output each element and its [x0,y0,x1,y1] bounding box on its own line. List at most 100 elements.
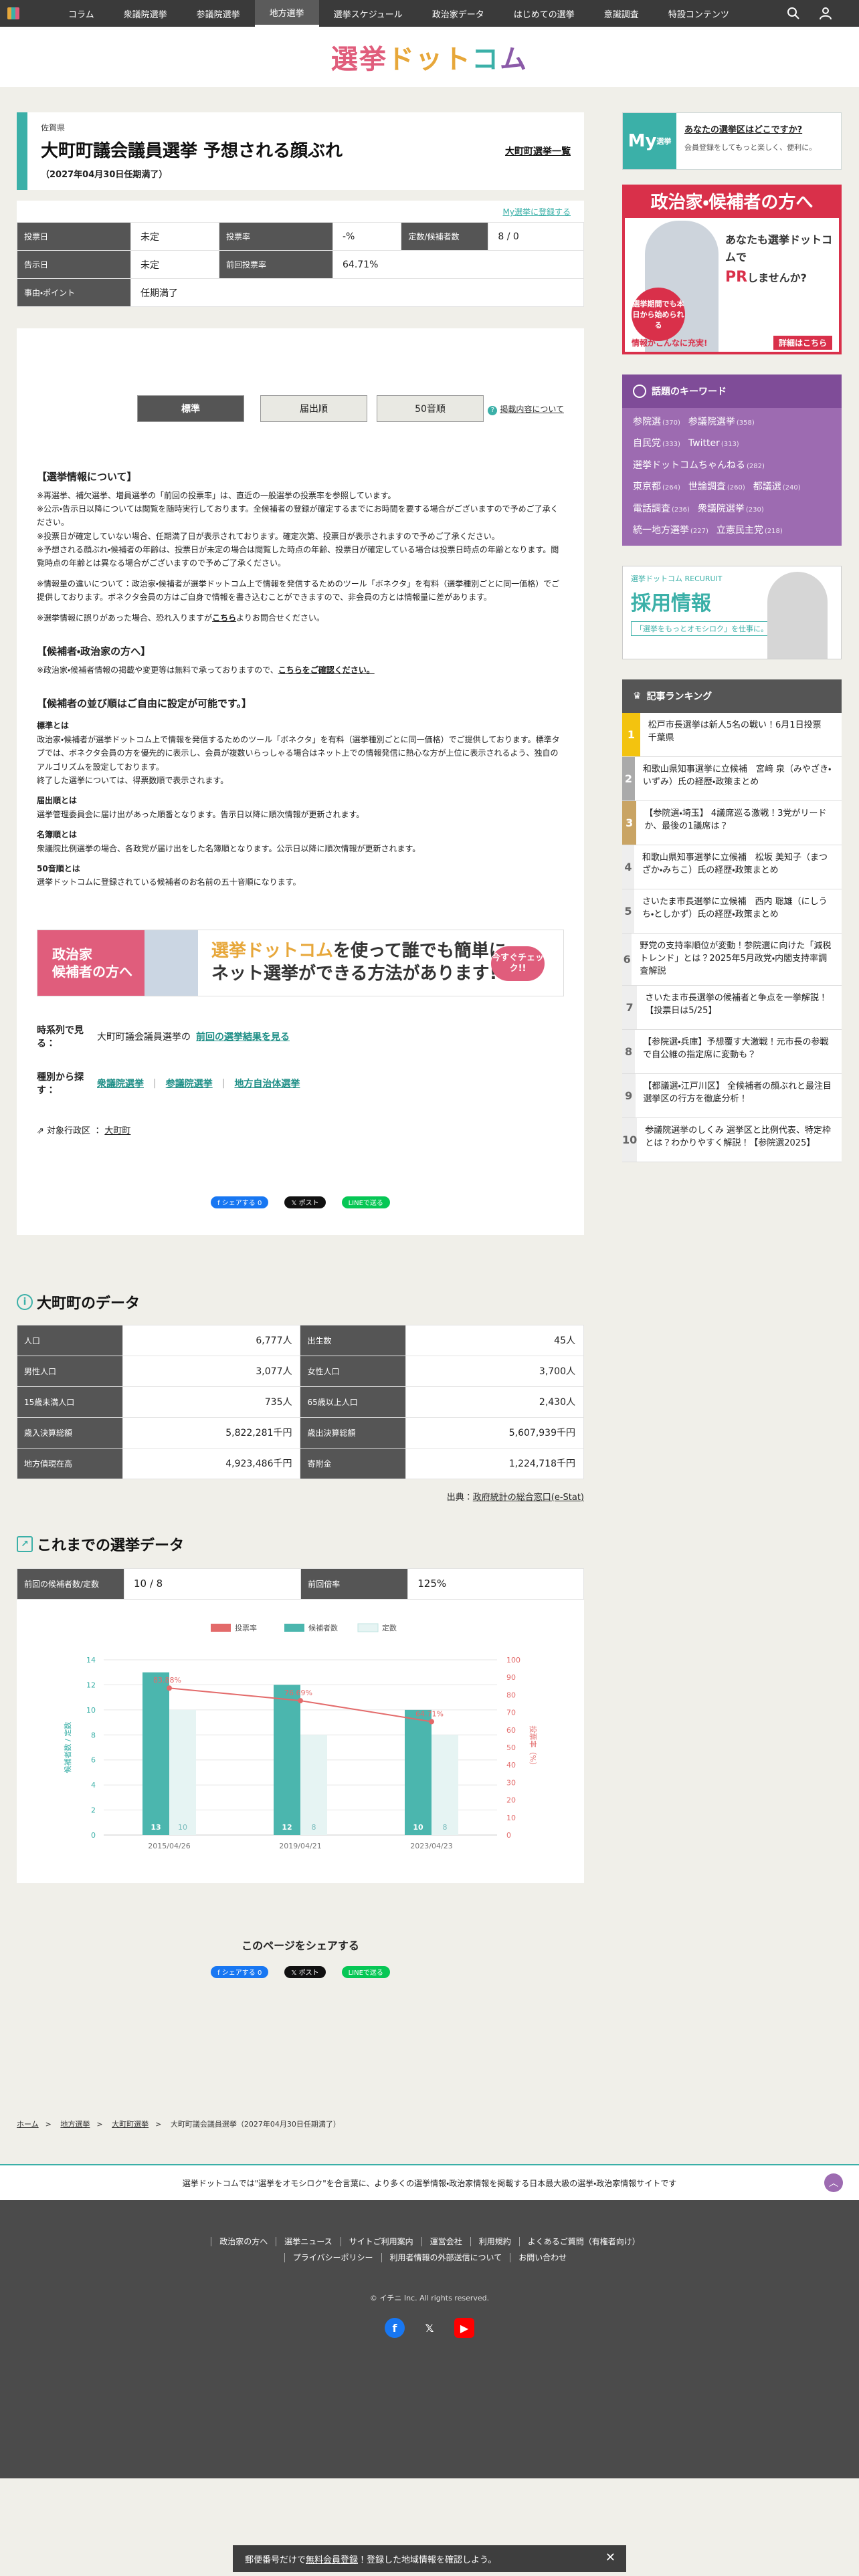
facebook-share-button[interactable]: f シェアする 0 [211,1196,269,1208]
keyword-link[interactable]: 電話調査 (236) [633,504,690,514]
nav-item[interactable]: 衆議院選挙 [109,0,182,27]
my-election-register-link[interactable]: My選挙に登録する [17,206,584,222]
ranking-item[interactable]: 7 さいたま市長選挙の候補者と争点を一挙解説！【投票日は5/25】 [622,985,842,1030]
banner-check-button[interactable]: 今すぐチェック!! [491,946,545,981]
close-icon[interactable]: ✕ [605,2551,615,2565]
keyword-link[interactable]: 東京都 (264) [633,481,680,492]
ranking-number: 8 [622,1029,636,1073]
keyword-link[interactable]: 参議院選挙 (358) [688,417,755,427]
ad-copy-part: で [736,250,747,263]
x-icon[interactable]: 𝕏 [419,2318,440,2338]
info-text: ※予想される顔ぶれ・候補者の年齢は、投票日が未定の場合は閲覧した時点の年齢、投票… [37,545,559,568]
keyword-link[interactable]: 参院選 (370) [633,417,680,427]
footer-link[interactable]: よくあるご質問（有権者向け） [518,2237,648,2246]
info-subheading: 50音順とは [37,863,80,873]
timeline-prefix: 大町町議会議員選挙の [97,1031,191,1043]
breadcrumb-home[interactable]: ホーム [17,2120,39,2129]
nav-item[interactable]: 意識調査 [589,0,654,27]
keyword-link[interactable]: 選挙ドットコムちゃんねる (282) [633,460,765,471]
nav-item[interactable]: 選挙スケジュール [319,0,417,27]
estat-link[interactable]: 政府統計の総合窓口(e-Stat) [473,1493,584,1503]
footer-link[interactable]: 選挙ニュース [276,2237,341,2246]
x-post-button[interactable]: 𝕏 ポスト [284,1196,326,1208]
keyword-link[interactable]: 自民党 (333) [633,438,680,449]
user-icon[interactable] [819,7,832,20]
info-icon: i [17,1293,33,1310]
keyword-header: 話題のキーワード [622,374,842,408]
ranking-number: 6 [622,934,632,985]
breadcrumb-town[interactable]: 大町町選挙 [112,2120,149,2129]
footer-link[interactable]: プライバシーポリシー [284,2253,381,2262]
my-election-question[interactable]: あなたの選挙区はどこですか? [684,122,816,135]
ranking-item[interactable]: 10 参議院選挙のしくみ 選挙区と比例代表、特定枠とは？わかりやすく解説！【参院選… [622,1117,842,1162]
ranking-item[interactable]: 2 和歌山県知事選挙に立候補 宮﨑 泉（みやざき・いずみ）氏の経歴・政策まとめ [622,757,842,802]
keyword-link[interactable]: 統一地方選挙 (227) [633,525,708,536]
nav-item[interactable]: はじめての選挙 [499,0,589,27]
keyword-link[interactable]: 立憲民主党 (218) [717,525,783,536]
facebook-share-button[interactable]: f シェアする 0 [211,1965,269,1978]
keyword-list: 参院選 (370) 参議院選挙 (358) 自民党 (333) Twitter (313) 選挙… [622,408,842,538]
my-election-box[interactable]: My 選挙 あなたの選挙区はどこですか? 会員登録をしてもっと楽しく、便利に。 [622,112,842,170]
keyword-link[interactable]: 世論調査 (260) [688,481,745,492]
candidate-info-link[interactable]: こちらをご確認ください。 [278,665,375,675]
ranking-item[interactable]: 1 松戸市長選挙は新人5名の戦い！6月1日投票 千葉県 [622,713,842,758]
keyword-link[interactable]: 都議選 (240) [753,481,801,492]
footer-link[interactable]: 利用規約 [470,2237,519,2246]
footer-link[interactable]: 政治家の方へ [211,2237,276,2246]
pr-ad-banner[interactable]: 政治家・候補者の方へ あなたも選挙ドットコムで PRしませんか? 選挙期間でも本… [622,185,842,354]
ranking-item[interactable]: 8 【参院選・兵庫】予想覆す大激戦！元市長の参戦で自公維の指定席に変動も？ [622,1029,842,1074]
politician-banner[interactable]: 政治家 候補者の方へ 選挙ドットコムを使って誰でも簡単に ネット選挙ができる方法… [37,929,564,996]
search-icon[interactable] [787,7,800,20]
signup-link[interactable]: 無料会員登録 [306,2553,358,2565]
tab-kana-order[interactable]: 50音順 [377,395,484,422]
keyword-link[interactable]: 衆議院選挙 (230) [698,504,764,514]
home-logo-icon[interactable] [0,0,27,27]
keyword-link[interactable]: Twitter (313) [688,438,739,449]
ranking-list: 1 松戸市長選挙は新人5名の戦い！6月1日投票 千葉県 2 和歌山県知事選挙に立候補 … [622,713,842,1162]
ranking-item[interactable]: 4 和歌山県知事選挙に立候補 松坂 美知子（まつざか・みちこ）氏の経歴・政策まとめ [622,845,842,890]
footer-link[interactable]: 運営会社 [421,2237,470,2246]
facebook-icon[interactable]: f [385,2318,405,2338]
right-tick-label: 60 [506,1726,516,1735]
line-share-button[interactable]: LINEで送る [341,1196,390,1208]
nav-item[interactable]: 政治家データ [417,0,499,27]
nav-item[interactable]: 参議院選挙 [182,0,255,27]
ad-detail-button[interactable]: 詳細はこちら [773,335,832,350]
left-tick-label: 8 [91,1731,96,1739]
nav-item[interactable]: 特設コンテンツ [654,0,744,27]
right-tick-label: 40 [506,1761,516,1769]
previous-result-link[interactable]: 前回の選挙結果を見る [196,1030,290,1043]
banner-text: 政治家 [52,946,92,962]
ranking-item[interactable]: 5 さいたま市長選挙に立候補 西内 聡雄（にしうち・としかず）氏の経歴・政策まとめ [622,889,842,934]
info-text: ※選挙情報に誤りがあった場合、恐れ入りますがこちらよりお問合せください。 [37,611,564,625]
town-data-label: 人口 [17,1324,123,1356]
area-link[interactable]: 大町町 [104,1126,130,1136]
nav-item[interactable]: コラム [54,0,109,27]
type-link-upper-house[interactable]: 参議院選挙 [166,1077,213,1090]
youtube-icon[interactable]: ▶ [454,2318,474,2338]
tab-about-link[interactable]: 掲載内容について [488,403,564,415]
type-link-lower-house[interactable]: 衆議院選挙 [97,1077,144,1090]
footer-link[interactable]: 利用者情報の外部送信について [381,2253,510,2262]
election-list-link[interactable]: 大町町選挙一覧 [505,144,571,158]
line-share-button[interactable]: LINEで送る [341,1965,390,1978]
breadcrumb-local[interactable]: 地方選挙 [60,2120,90,2129]
tab-filing-order[interactable]: 届出順 [260,395,367,422]
site-logo[interactable]: 選挙ドットコム [331,37,528,76]
footer-link[interactable]: お問い合わせ [510,2253,575,2262]
summary-label: 告示日 [17,250,131,279]
recruit-banner[interactable]: 選挙ドットコム RECURUIT 採用情報 「選挙をもっとオモシロク」を仕事に。 [622,566,842,660]
inquiry-link[interactable]: こちら [212,613,236,623]
footer-link[interactable]: サイトご利用案内 [340,2237,421,2246]
nav-item[interactable]: 地方選挙 [254,0,319,27]
ranking-item[interactable]: 3 【参院選・埼玉】 4議席巡る激戦！3党がリードか、最後の1議席は？ [622,801,842,846]
ad-copy-part: しませんか? [747,272,807,285]
back-to-top-icon[interactable]: ︿ [824,2173,843,2192]
type-link-local[interactable]: 地方自治体選挙 [234,1077,300,1090]
x-post-button[interactable]: 𝕏 ポスト [284,1965,326,1978]
ranking-item[interactable]: 6 野党の支持率順位が変動！参院選に向けた「減税トレンド」とは？2025年5月政党… [622,934,842,986]
x-tick-label: 2019/04/21 [279,1842,321,1850]
tab-standard[interactable]: 標準 [137,395,244,422]
town-data-value: 2,430人 [405,1386,584,1418]
ranking-item[interactable]: 9 【都議選・江戸川区】 全候補者の顔ぶれと最注目選挙区の行方を徹底分析！ [622,1073,842,1118]
